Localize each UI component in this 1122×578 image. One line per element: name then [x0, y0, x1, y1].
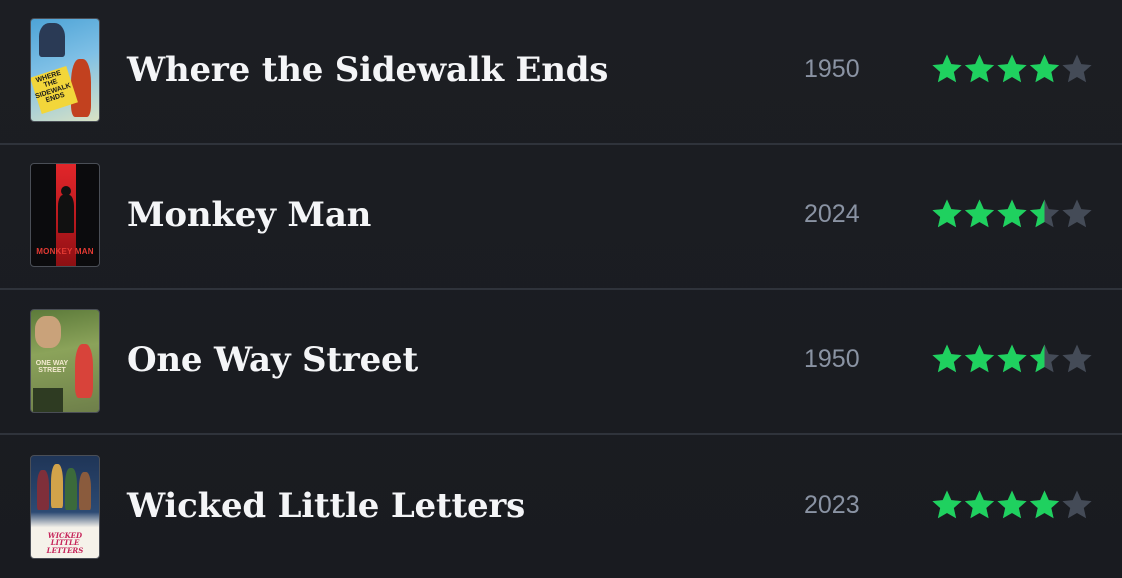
- film-title[interactable]: Where the Sidewalk Ends: [127, 50, 608, 90]
- star-filled-icon: [932, 490, 962, 519]
- star-filled-icon: [997, 199, 1027, 228]
- rating-stars-graphic: [932, 54, 1092, 83]
- star-half-icon: [1029, 199, 1060, 228]
- star-filled-icon: [1029, 54, 1060, 83]
- rating-stars: [931, 343, 1093, 375]
- star-half-icon: [1029, 344, 1060, 373]
- rating-stars: [931, 489, 1093, 521]
- rating-stars: [931, 53, 1093, 85]
- star-filled-icon: [932, 199, 962, 228]
- rating-stars: [931, 198, 1093, 230]
- poster-title-text: WICKED LITTLE LETTERS: [46, 531, 84, 555]
- film-poster-image[interactable]: ONE WAY STREET: [30, 309, 100, 413]
- film-title[interactable]: Monkey Man: [127, 195, 371, 235]
- film-year[interactable]: 1950: [804, 55, 860, 84]
- star-empty-icon: [1062, 199, 1092, 228]
- film-poster-image[interactable]: WHERE THE SIDEWALK ENDS: [30, 18, 100, 122]
- star-filled-icon: [997, 54, 1027, 83]
- film-title[interactable]: One Way Street: [127, 340, 418, 380]
- rating-stars-graphic: [932, 490, 1092, 519]
- film-poster-image[interactable]: MONKEY MAN: [30, 163, 100, 267]
- film-title[interactable]: Wicked Little Letters: [127, 486, 525, 526]
- poster-title-text: ONE WAY STREET: [35, 360, 69, 375]
- film-poster-image[interactable]: WICKED LITTLE LETTERS: [30, 455, 100, 559]
- film-year[interactable]: 2024: [804, 200, 860, 229]
- rating-stars-graphic: [932, 199, 1092, 228]
- star-filled-icon: [932, 344, 962, 373]
- star-filled-icon: [997, 344, 1027, 373]
- film-year[interactable]: 2023: [804, 491, 860, 520]
- rating-stars-graphic: [932, 344, 1092, 373]
- star-filled-icon: [1029, 490, 1060, 519]
- star-filled-icon: [964, 490, 995, 519]
- star-empty-icon: [1062, 344, 1092, 373]
- star-filled-icon: [964, 199, 995, 228]
- star-empty-icon: [1062, 490, 1092, 519]
- film-row[interactable]: WHERE THE SIDEWALK ENDS Where the Sidewa…: [0, 0, 1122, 145]
- film-list: WHERE THE SIDEWALK ENDS Where the Sidewa…: [0, 0, 1122, 578]
- film-row[interactable]: ONE WAY STREET One Way Street 1950: [0, 290, 1122, 435]
- star-filled-icon: [997, 490, 1027, 519]
- star-filled-icon: [964, 54, 995, 83]
- film-row[interactable]: MONKEY MAN Monkey Man 2024: [0, 145, 1122, 290]
- star-empty-icon: [1062, 54, 1092, 83]
- poster-title-text: MONKEY MAN: [36, 247, 94, 256]
- star-filled-icon: [932, 54, 962, 83]
- film-row[interactable]: WICKED LITTLE LETTERS Wicked Little Lett…: [0, 435, 1122, 578]
- star-filled-icon: [964, 344, 995, 373]
- film-year[interactable]: 1950: [804, 345, 860, 374]
